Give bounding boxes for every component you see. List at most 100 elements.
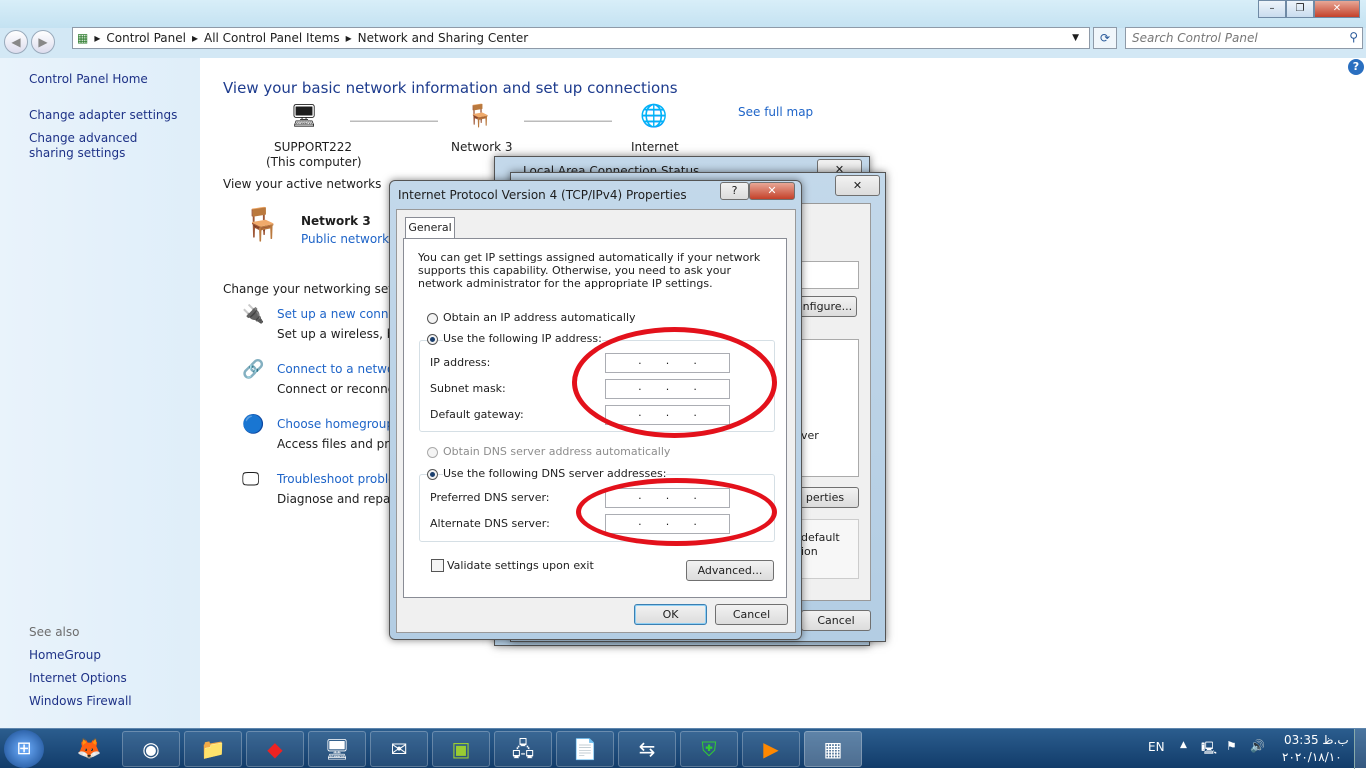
task-link[interactable]: Connect to a network [277, 362, 406, 376]
default-gateway-label: Default gateway: [430, 408, 524, 421]
preferred-dns-label: Preferred DNS server: [430, 491, 550, 504]
see-full-map-link[interactable]: See full map [738, 105, 813, 119]
language-indicator[interactable]: EN [1148, 740, 1165, 754]
control-panel-icon: ▦ [77, 31, 89, 45]
breadcrumb-item[interactable]: Control Panel [106, 31, 186, 45]
search-icon[interactable]: ⚲ [1349, 30, 1358, 44]
connect-network-icon: 🔗 [242, 359, 265, 380]
notepad-icon[interactable]: 📄 [556, 731, 614, 767]
computer-icon: 🖥 [290, 104, 318, 129]
new-connection-icon: 🔌 [242, 304, 265, 325]
homegroup-icon: 🔵 [242, 414, 265, 435]
network-tray-icon[interactable]: 🖳 [1201, 739, 1217, 760]
subnet-mask-label: Subnet mask: [430, 382, 506, 395]
title-bar: – ❐ ✕ [0, 0, 1366, 28]
remote-desktop-icon[interactable]: 🖥 [308, 731, 366, 767]
chrome-icon[interactable]: ◉ [122, 731, 180, 767]
ip-address-label: IP address: [430, 356, 491, 369]
clock-date[interactable]: ۲۰۲۰/۱۸/۱۰ [1282, 750, 1342, 764]
search-input[interactable]: Search Control Panel ⚲ [1125, 27, 1363, 49]
sidebar: Control Panel Home Change adapter settin… [0, 58, 200, 728]
sidebar-item-home[interactable]: Control Panel Home [29, 72, 189, 87]
cancel-button[interactable]: Cancel [715, 604, 788, 625]
minimize-button[interactable]: – [1258, 0, 1286, 18]
troubleshoot-icon: 🖵 [242, 469, 260, 490]
help-button[interactable]: ? [720, 182, 749, 200]
forward-button[interactable]: ▶ [31, 30, 55, 54]
maximize-button[interactable]: ❐ [1286, 0, 1314, 18]
taskbar: ⊞ 🦊 ◉ 📁 ◆ 🖥 ✉ ▣ 🖧 📄 ⇆ ⛨ ▶ ▦ EN ▲ 🖳 ⚑ 🔊 0… [0, 728, 1366, 769]
red-annotation-ellipse [572, 327, 777, 438]
page-title: View your basic network information and … [223, 79, 678, 97]
bench-icon: 🪑 [466, 104, 494, 129]
obtain-dns-radio[interactable] [427, 447, 438, 458]
chevron-down-icon[interactable]: ▼ [1072, 33, 1079, 43]
globe-icon: 🌐 [640, 104, 668, 129]
outlook-icon[interactable]: ✉ [370, 731, 428, 767]
close-button[interactable]: ✕ [835, 175, 880, 196]
see-also-label: See also [29, 625, 80, 639]
sidebar-item-firewall[interactable]: Windows Firewall [29, 694, 189, 709]
anydesk-icon[interactable]: ◆ [246, 731, 304, 767]
use-dns-label: Use the following DNS server addresses: [443, 467, 667, 480]
obtain-ip-radio[interactable] [427, 313, 438, 324]
clock-time[interactable]: 03:35 ب.ظ [1284, 733, 1349, 747]
obtain-ip-label: Obtain an IP address automatically [443, 311, 636, 324]
task-desc: Connect or reconnect [277, 382, 407, 396]
sidebar-item-homegroup[interactable]: HomeGroup [29, 648, 189, 663]
volume-icon[interactable]: 🔊 [1250, 739, 1265, 753]
task-link[interactable]: Troubleshoot probler [277, 472, 400, 486]
media-player-icon[interactable]: ▶ [742, 731, 800, 767]
computer-sub: (This computer) [266, 155, 362, 169]
task-link[interactable]: Choose homegroup a [277, 417, 405, 431]
cancel-button[interactable]: Cancel [801, 610, 871, 631]
breadcrumb-item[interactable]: All Control Panel Items [204, 31, 340, 45]
validate-label: Validate settings upon exit [447, 559, 594, 572]
active-network-name: Network 3 [301, 214, 371, 228]
show-desktop-button[interactable] [1354, 729, 1366, 769]
dialog-title: Internet Protocol Version 4 (TCP/IPv4) P… [398, 188, 687, 202]
firefox-icon[interactable]: 🦊 [60, 731, 118, 767]
map-internet-label: Internet [631, 140, 679, 154]
kaspersky-icon[interactable]: ⛨ [680, 731, 738, 767]
alternate-dns-label: Alternate DNS server: [430, 517, 550, 530]
use-ip-radio[interactable] [427, 334, 438, 345]
action-center-icon[interactable]: ⚑ [1226, 739, 1237, 753]
ok-button[interactable]: OK [634, 604, 707, 625]
close-button[interactable]: ✕ [749, 182, 795, 200]
control-panel-icon[interactable]: ▦ [804, 731, 862, 767]
teamviewer-icon[interactable]: ⇆ [618, 731, 676, 767]
network-type-link[interactable]: Public network [301, 232, 389, 246]
address-bar[interactable]: ▦ ▸ Control Panel ▸ All Control Panel Item… [72, 27, 1090, 49]
red-annotation-ellipse [576, 478, 777, 546]
sidebar-item-adapter[interactable]: Change adapter settings [29, 108, 189, 123]
bg-text: default [801, 531, 840, 544]
validate-checkbox[interactable] [431, 559, 444, 572]
computer-name: SUPPORT222 [274, 140, 353, 154]
back-button[interactable]: ◀ [4, 30, 28, 54]
refresh-button[interactable]: ⟳ [1093, 27, 1117, 49]
start-button[interactable]: ⊞ [4, 730, 44, 768]
advanced-button[interactable]: Advanced... [686, 560, 774, 581]
map-network-label: Network 3 [451, 140, 513, 154]
intro-text: You can get IP settings assigned automat… [418, 251, 761, 290]
obtain-dns-label: Obtain DNS server address automatically [443, 445, 671, 458]
bg-text: ver [801, 429, 819, 442]
sidebar-item-sharing[interactable]: Change advanced sharing settings [29, 131, 179, 161]
task-link[interactable]: Set up a new connect [277, 307, 407, 321]
sidebar-item-internet-options[interactable]: Internet Options [29, 671, 189, 686]
bench-icon: 🪑 [242, 205, 282, 243]
file-explorer-icon[interactable]: 📁 [184, 731, 242, 767]
use-dns-radio[interactable] [427, 469, 438, 480]
network-icon[interactable]: 🖧 [494, 731, 552, 767]
vmware-icon[interactable]: ▣ [432, 731, 490, 767]
bg-text: ion [801, 545, 818, 558]
show-hidden-icons[interactable]: ▲ [1180, 740, 1187, 750]
active-networks-label: View your active networks [223, 177, 382, 191]
breadcrumb-item[interactable]: Network and Sharing Center [358, 31, 529, 45]
close-button[interactable]: ✕ [1314, 0, 1360, 18]
change-settings-label: Change your networking setting [223, 282, 417, 296]
use-ip-label: Use the following IP address: [443, 332, 602, 345]
tab-general[interactable]: General [405, 217, 455, 239]
task-desc: Access files and print [277, 437, 405, 451]
